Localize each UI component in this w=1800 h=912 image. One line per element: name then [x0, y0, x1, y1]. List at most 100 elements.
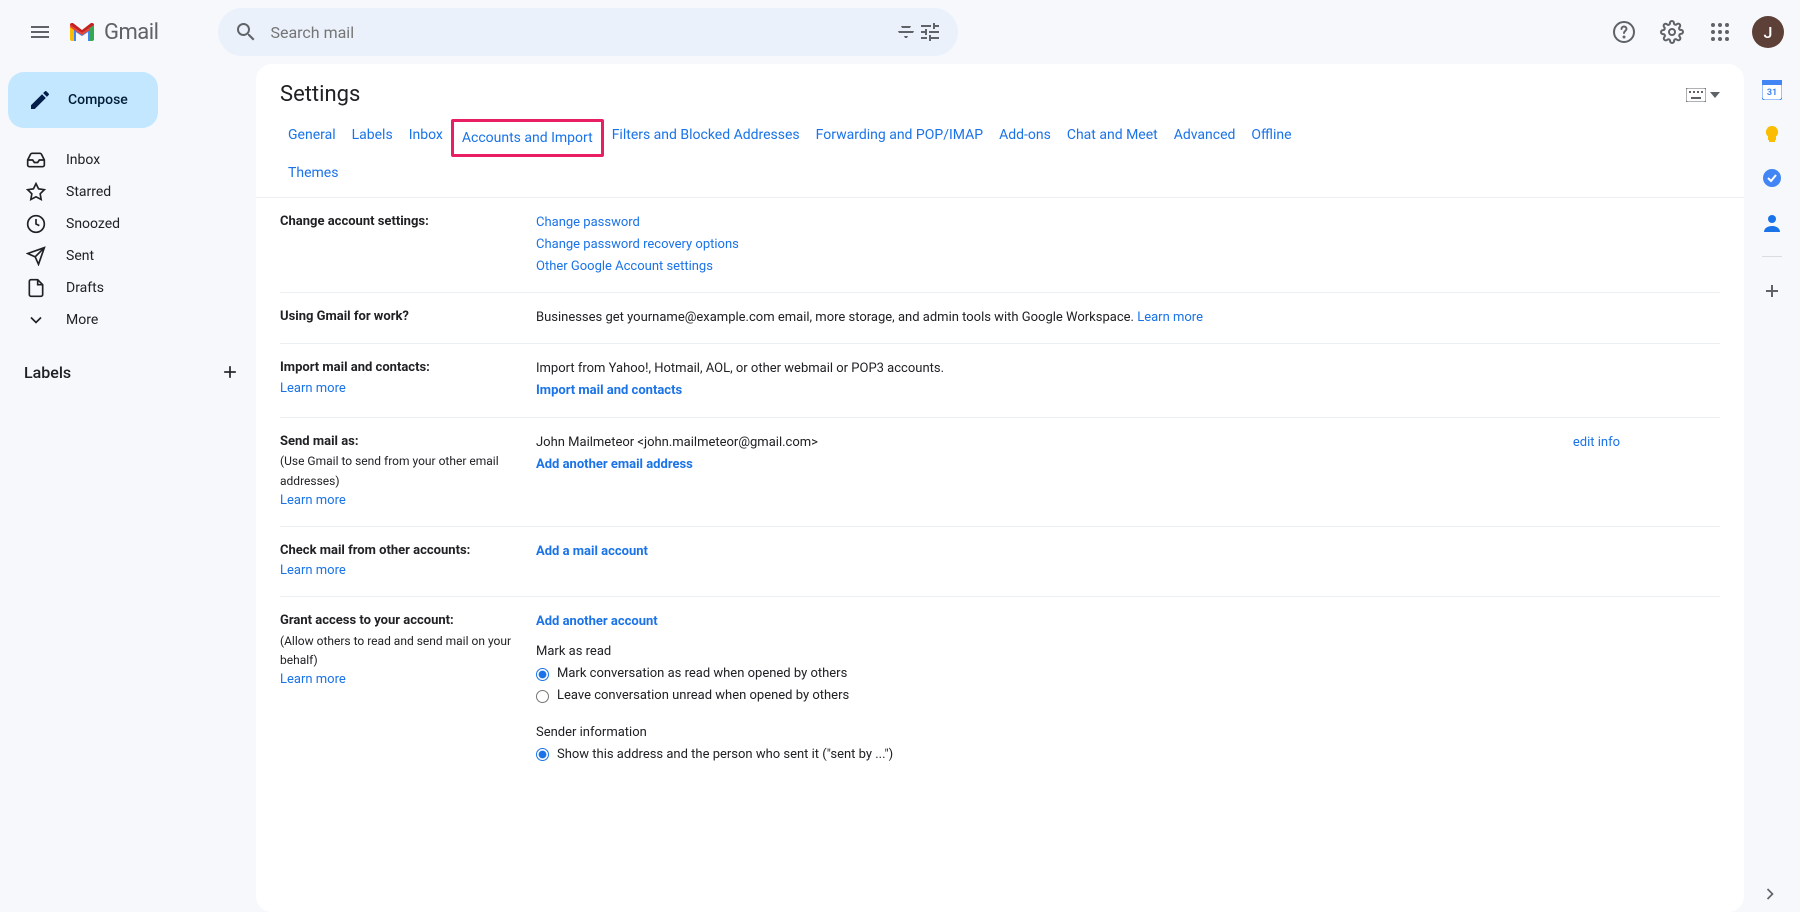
nav-label: Inbox [66, 152, 100, 168]
search-icon [234, 20, 258, 44]
tab-inbox[interactable]: Inbox [401, 119, 451, 157]
search-options-icon[interactable] [894, 20, 918, 44]
link-learn-more-workspace[interactable]: Learn more [1137, 310, 1203, 325]
main-menu-button[interactable] [16, 8, 64, 56]
radio-leave-unread[interactable] [536, 690, 549, 703]
apps-button[interactable] [1700, 12, 1740, 52]
settings-button[interactable] [1652, 12, 1692, 52]
star-icon [26, 182, 46, 202]
sidebar-item-inbox[interactable]: Inbox [0, 144, 256, 176]
section-using-work: Using Gmail for work? Businesses get you… [280, 293, 1720, 344]
section-heading: Change account settings: [280, 214, 429, 229]
sidebar-item-sent[interactable]: Sent [0, 240, 256, 272]
section-heading: Send mail as: [280, 432, 536, 453]
sidebar: Compose Inbox Starred Snoozed Sent Draft… [0, 64, 256, 912]
search-bar[interactable] [218, 8, 958, 56]
clock-icon [26, 214, 46, 234]
gmail-logo-icon [68, 21, 96, 43]
link-learn-more-sendas[interactable]: Learn more [280, 493, 346, 508]
tab-offline[interactable]: Offline [1243, 119, 1299, 157]
link-other-settings[interactable]: Other Google Account settings [536, 259, 713, 274]
radio-label: Show this address and the person who sen… [557, 744, 893, 766]
nav-label: Starred [66, 184, 111, 200]
tab-themes[interactable]: Themes [280, 157, 346, 189]
gmail-logo[interactable]: Gmail [68, 20, 158, 45]
send-icon [26, 246, 46, 266]
tab-filters[interactable]: Filters and Blocked Addresses [604, 119, 808, 157]
radio-label: Mark conversation as read when opened by… [557, 663, 847, 685]
contacts-app-icon[interactable] [1762, 212, 1782, 232]
labels-header: Labels [0, 352, 256, 392]
section-import-mail: Import mail and contacts: Learn more Imp… [280, 344, 1720, 417]
tab-forwarding[interactable]: Forwarding and POP/IMAP [808, 119, 991, 157]
section-check-mail: Check mail from other accounts: Learn mo… [280, 527, 1720, 598]
link-import-mail[interactable]: Import mail and contacts [536, 383, 682, 398]
sidebar-item-drafts[interactable]: Drafts [0, 272, 256, 304]
section-subtext: (Use Gmail to send from your other email… [280, 452, 536, 490]
link-change-recovery[interactable]: Change password recovery options [536, 237, 739, 252]
get-addons-icon[interactable] [1762, 281, 1782, 301]
tune-icon[interactable] [918, 20, 942, 44]
svg-text:31: 31 [1767, 88, 1777, 98]
tab-labels[interactable]: Labels [344, 119, 401, 157]
hamburger-icon [28, 20, 52, 44]
tab-general[interactable]: General [280, 119, 344, 157]
section-change-account: Change account settings: Change password… [280, 198, 1720, 293]
search-input[interactable] [270, 23, 894, 42]
settings-body[interactable]: Change account settings: Change password… [256, 198, 1744, 912]
account-avatar[interactable]: J [1752, 16, 1784, 48]
sidebar-item-starred[interactable]: Starred [0, 176, 256, 208]
radio-show-address[interactable] [536, 748, 549, 761]
section-heading: Using Gmail for work? [280, 309, 409, 324]
mark-read-header: Mark as read [536, 641, 1720, 663]
sidebar-item-more[interactable]: More [0, 304, 256, 336]
section-text: Businesses get yourname@example.com emai… [536, 310, 1137, 325]
link-change-password[interactable]: Change password [536, 215, 640, 230]
section-heading: Grant access to your account: [280, 611, 536, 632]
link-learn-more-grant[interactable]: Learn more [280, 672, 346, 687]
radio-mark-read[interactable] [536, 668, 549, 681]
tab-addons[interactable]: Add-ons [991, 119, 1059, 157]
file-icon [26, 278, 46, 298]
calendar-app-icon[interactable]: 31 [1762, 80, 1782, 100]
side-panel-toggle[interactable] [1760, 884, 1780, 904]
tab-accounts-import[interactable]: Accounts and Import [451, 119, 604, 157]
compose-label: Compose [68, 92, 128, 108]
section-heading: Check mail from other accounts: [280, 541, 536, 562]
link-edit-info[interactable]: edit info [1573, 432, 1620, 454]
sender-info-header: Sender information [536, 722, 1720, 744]
nav-label: More [66, 312, 98, 328]
link-learn-more-import[interactable]: Learn more [280, 381, 346, 396]
link-add-email[interactable]: Add another email address [536, 457, 693, 472]
plus-icon[interactable] [220, 362, 240, 382]
apps-grid-icon [1708, 20, 1732, 44]
section-heading: Import mail and contacts: [280, 358, 536, 379]
gear-icon [1660, 20, 1684, 44]
help-icon [1612, 20, 1636, 44]
radio-label: Leave conversation unread when opened by… [557, 685, 849, 707]
section-send-mail-as: Send mail as: (Use Gmail to send from yo… [280, 418, 1720, 527]
input-tools-dropdown[interactable] [1686, 88, 1720, 102]
inbox-icon [26, 150, 46, 170]
tab-chat-meet[interactable]: Chat and Meet [1059, 119, 1166, 157]
page-title: Settings [280, 82, 360, 107]
keyboard-icon [1686, 88, 1706, 102]
settings-tabs: General Labels Inbox Accounts and Import… [256, 119, 1744, 198]
dropdown-arrow-icon [1710, 92, 1720, 98]
labels-title: Labels [24, 363, 71, 382]
support-button[interactable] [1604, 12, 1644, 52]
keep-app-icon[interactable] [1762, 124, 1782, 144]
link-learn-more-check[interactable]: Learn more [280, 563, 346, 578]
sidebar-item-snoozed[interactable]: Snoozed [0, 208, 256, 240]
tab-advanced[interactable]: Advanced [1166, 119, 1244, 157]
tasks-app-icon[interactable] [1762, 168, 1782, 188]
gmail-logo-text: Gmail [104, 20, 158, 45]
header: Gmail J [0, 0, 1800, 64]
link-add-mail-account[interactable]: Add a mail account [536, 544, 648, 559]
link-add-account[interactable]: Add another account [536, 614, 658, 629]
section-subtext: (Allow others to read and send mail on y… [280, 632, 536, 670]
side-panel: 31 [1744, 64, 1800, 912]
chevron-right-icon [1760, 884, 1780, 904]
section-text: Import from Yahoo!, Hotmail, AOL, or oth… [536, 358, 1720, 380]
compose-button[interactable]: Compose [8, 72, 158, 128]
